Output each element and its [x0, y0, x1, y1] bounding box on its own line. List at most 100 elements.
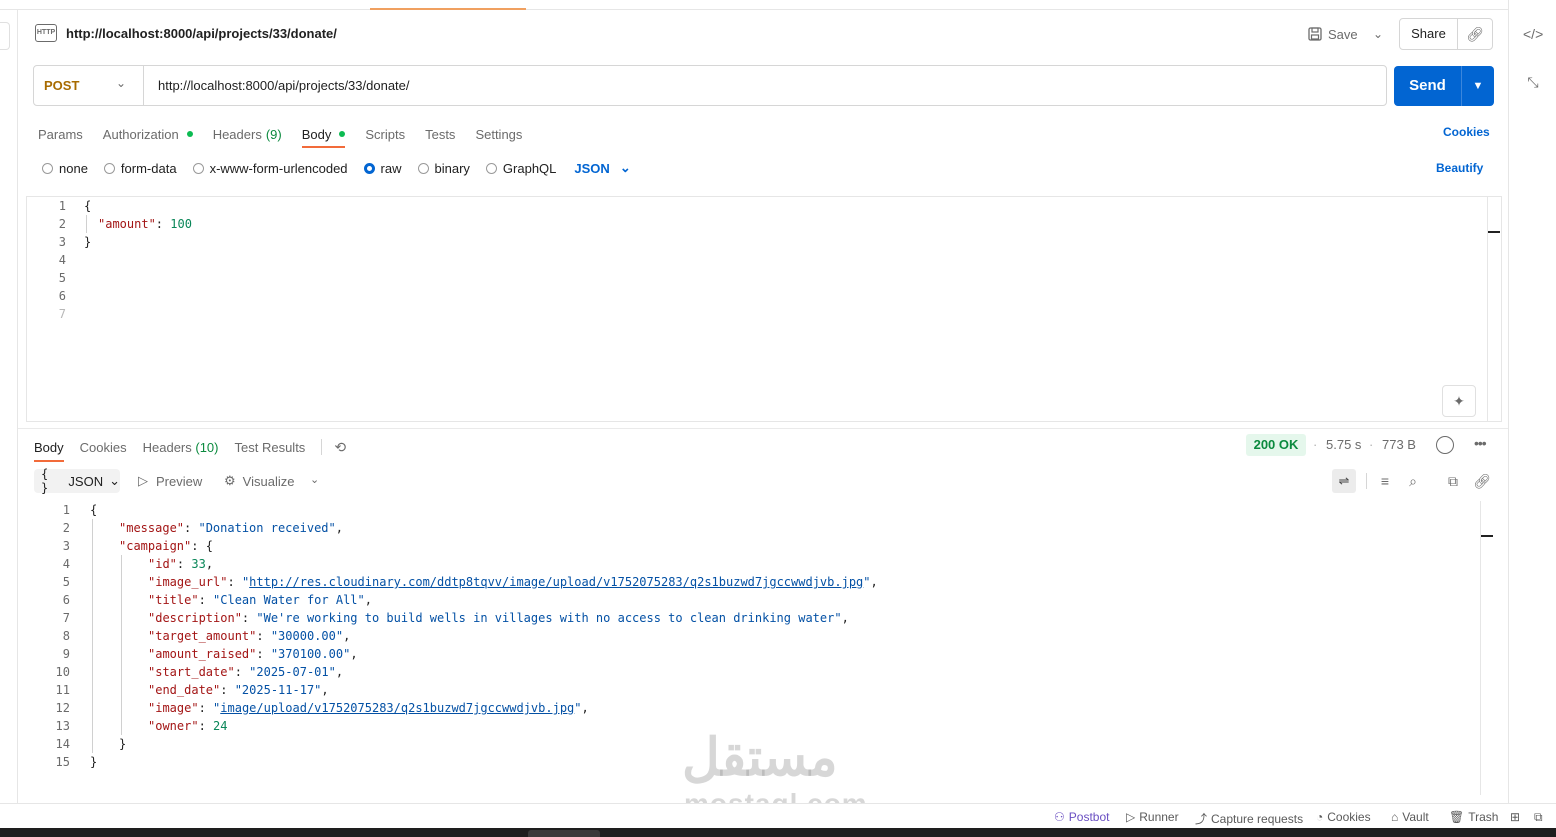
- top-tab-strip: [0, 0, 1508, 10]
- response-tabs: Body Cookies Headers (10) Test Results ⟲: [34, 437, 346, 462]
- share-button[interactable]: Share: [1400, 19, 1458, 49]
- response-scrollbar-track: [1480, 501, 1481, 795]
- code-line: "image_url": "http://res.cloudinary.com/…: [148, 575, 878, 589]
- taskbar-tab[interactable]: [528, 830, 600, 837]
- copy-link-icon[interactable]: 🔗︎: [1458, 26, 1492, 43]
- response-tab-headers[interactable]: Headers (10): [143, 440, 219, 455]
- indent-guide: [92, 519, 93, 753]
- response-headers-count: (10): [195, 439, 219, 455]
- response-scrollbar-thumb[interactable]: [1481, 535, 1493, 537]
- line-number: 8: [62, 629, 70, 643]
- method-select[interactable]: POST ⌄: [34, 66, 144, 105]
- visualize-chevron-icon[interactable]: ⌄: [310, 473, 319, 486]
- line-number: 1: [58, 199, 66, 213]
- request-body-editor[interactable]: [26, 196, 1502, 422]
- body-format-select[interactable]: JSON ⌄: [574, 160, 630, 176]
- response-tab-body[interactable]: Body: [34, 440, 64, 462]
- pane-divider[interactable]: [18, 428, 1508, 429]
- footer-cookies-button[interactable]: ◔ Cookies: [1316, 810, 1371, 824]
- image-path-link[interactable]: image/upload/v1752075283/q2s1buzwd7jgccw…: [220, 701, 574, 715]
- send-button[interactable]: Send: [1394, 66, 1461, 106]
- visualize-button[interactable]: ⚙ Visualize: [224, 473, 294, 489]
- tab-authorization[interactable]: Authorization: [103, 124, 193, 144]
- code-line: {: [90, 503, 98, 517]
- code-line: }: [119, 737, 127, 751]
- status-badge[interactable]: 200 OK: [1246, 434, 1306, 456]
- tab-headers[interactable]: Headers (9): [213, 124, 282, 144]
- radio-raw[interactable]: raw: [363, 161, 402, 176]
- code-line: {: [84, 199, 92, 213]
- line-number: 7: [62, 611, 70, 625]
- postbot-button[interactable]: ⚇ Postbot: [1054, 810, 1109, 824]
- separator-dot: ·: [1313, 437, 1318, 452]
- url-input[interactable]: http://localhost:8000/api/projects/33/do…: [158, 78, 410, 93]
- wrap-lines-icon[interactable]: ⇌: [1332, 469, 1356, 493]
- response-time[interactable]: 5.75 s: [1326, 437, 1361, 452]
- capture-requests-button[interactable]: ⤴ Capture requests: [1195, 810, 1303, 827]
- copy-icon[interactable]: ⧉: [1444, 472, 1462, 490]
- send-button-group: Send ▼: [1394, 66, 1494, 106]
- network-globe-icon[interactable]: [1436, 436, 1454, 454]
- code-line: "description": "We're working to build w…: [148, 611, 849, 625]
- editor-scrollbar-thumb[interactable]: [1488, 231, 1500, 233]
- tab-scripts[interactable]: Scripts: [365, 124, 405, 144]
- indent-guide: [86, 215, 87, 233]
- runner-button[interactable]: ▷ Runner: [1126, 810, 1179, 824]
- trash-button[interactable]: 🗑︎ Trash: [1449, 810, 1498, 824]
- collapse-icon[interactable]: ⤡: [1523, 72, 1543, 92]
- line-number: 5: [62, 575, 70, 589]
- send-options-chevron-icon[interactable]: ▼: [1462, 66, 1494, 106]
- search-icon[interactable]: ⌕: [1404, 472, 1422, 490]
- line-number: 13: [55, 719, 70, 733]
- sidebar-toggle[interactable]: [0, 22, 10, 50]
- cookies-link[interactable]: Cookies: [1443, 125, 1490, 139]
- code-line: "owner": 24: [148, 719, 228, 733]
- http-request-icon: HTTP: [35, 24, 57, 42]
- radio-binary[interactable]: binary: [417, 161, 470, 176]
- response-format-select[interactable]: { } JSON ⌄: [34, 467, 120, 495]
- response-size[interactable]: 773 B: [1382, 437, 1416, 452]
- line-number: 10: [55, 665, 70, 679]
- history-icon[interactable]: ⟲: [334, 439, 346, 456]
- tab-params[interactable]: Params: [38, 124, 83, 144]
- radio-circle: [485, 162, 497, 174]
- beautify-button[interactable]: Beautify: [1436, 161, 1483, 175]
- radio-circle: [417, 162, 429, 174]
- line-number: 2: [58, 217, 66, 231]
- save-button[interactable]: Save: [1308, 24, 1358, 44]
- tab-tests[interactable]: Tests: [425, 124, 455, 144]
- layout-icon[interactable]: ⊞: [1510, 810, 1520, 824]
- radio-form-data[interactable]: form-data: [103, 161, 177, 176]
- radio-circle: [103, 162, 115, 174]
- line-number: 14: [55, 737, 70, 751]
- os-taskbar: [0, 828, 1556, 837]
- right-panel: </> ⤡: [1508, 0, 1556, 803]
- tab-body[interactable]: Body: [301, 124, 346, 148]
- visualize-icon: ⚙: [224, 473, 236, 488]
- request-title[interactable]: http://localhost:8000/api/projects/33/do…: [66, 26, 337, 41]
- divider: [1366, 473, 1367, 489]
- radio-urlencoded[interactable]: x-www-form-urlencoded: [192, 161, 348, 176]
- filter-icon[interactable]: ≡: [1376, 472, 1394, 490]
- radio-none[interactable]: none: [42, 161, 88, 176]
- radio-graphql[interactable]: GraphQL: [485, 161, 556, 176]
- image-url-link[interactable]: http://res.cloudinary.com/ddtp8tqvv/imag…: [249, 575, 863, 589]
- save-dropdown-chevron-icon[interactable]: ⌄: [1370, 24, 1386, 44]
- status-bar: ⚇ Postbot ▷ Runner ⤴ Capture requests ◔ Cook…: [0, 803, 1556, 828]
- mostaql-watermark-logo: مستقل: [682, 729, 838, 787]
- response-tab-cookies[interactable]: Cookies: [80, 440, 127, 455]
- response-tab-test-results[interactable]: Test Results: [235, 440, 306, 455]
- help-icon[interactable]: ⧉: [1534, 810, 1543, 825]
- link-icon[interactable]: 🔗︎: [1473, 472, 1491, 490]
- code-snippet-icon[interactable]: </>: [1523, 24, 1543, 44]
- active-tab-indicator: [370, 8, 526, 10]
- ai-assist-icon[interactable]: ✦: [1442, 385, 1476, 417]
- line-number: 3: [58, 235, 66, 249]
- indent-guide: [121, 555, 122, 735]
- code-line: "image": "image/upload/v1752075283/q2s1b…: [148, 701, 589, 715]
- tab-settings[interactable]: Settings: [475, 124, 522, 144]
- preview-button[interactable]: ▷ Preview: [138, 473, 202, 489]
- vault-button[interactable]: ⌂ Vault: [1391, 810, 1429, 824]
- more-options-icon[interactable]: •••: [1474, 435, 1487, 451]
- radio-circle: [192, 162, 204, 174]
